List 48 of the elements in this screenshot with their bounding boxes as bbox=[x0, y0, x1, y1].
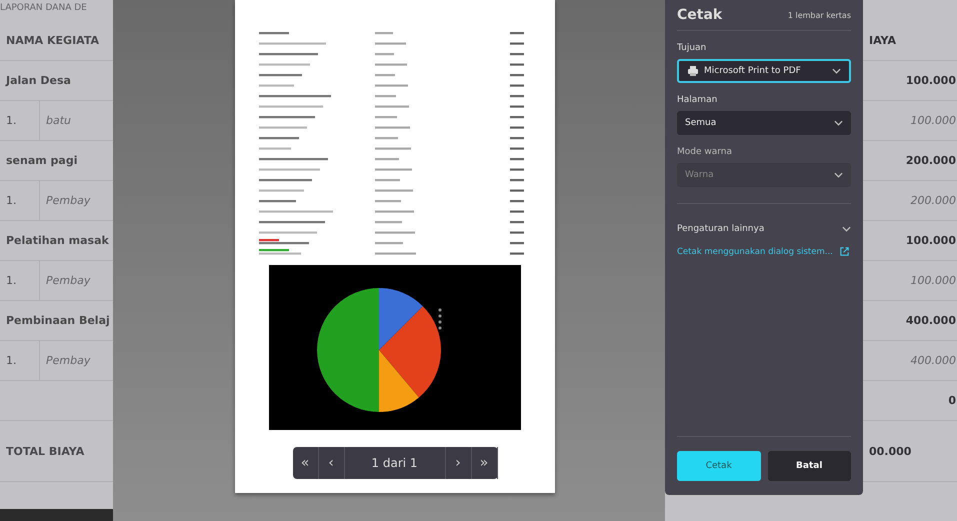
column-header: IAYA bbox=[868, 34, 897, 46]
amount-cell: 200.000 bbox=[910, 194, 957, 207]
activity-name: Pelatihan masak bbox=[5, 234, 110, 247]
amount-cell: 100.000 bbox=[906, 74, 957, 87]
amount-cell: 400.000 bbox=[910, 354, 957, 367]
expense-item: Pembay bbox=[45, 274, 92, 287]
column-header: NAMA KEGIATA bbox=[5, 34, 100, 46]
row-number: 1. bbox=[0, 101, 40, 140]
dropdown[interactable]: Semua bbox=[677, 111, 851, 135]
activity-name: Jalan Desa bbox=[4, 74, 72, 87]
page-indicator: 1 dari 1 bbox=[344, 447, 446, 479]
amount-cell: 200.000 bbox=[906, 154, 957, 167]
chart-legend-drawing bbox=[438, 308, 442, 330]
dropdown[interactable]: Microsoft Print to PDF bbox=[677, 59, 851, 83]
chevron-down-icon bbox=[832, 68, 841, 74]
printer-icon bbox=[687, 65, 699, 77]
expense-item: Pembay bbox=[45, 194, 92, 207]
field-label: Tujuan bbox=[677, 43, 708, 53]
print-button[interactable]: Cetak bbox=[677, 451, 760, 481]
more-settings-toggle[interactable]: Pengaturan lainnya bbox=[677, 224, 851, 234]
activity-name: senam pagi bbox=[5, 154, 78, 167]
amount-cell: 100.000 bbox=[906, 234, 957, 247]
row-number: 1. bbox=[0, 341, 40, 380]
amount-cell: 400.000 bbox=[906, 314, 957, 327]
amount-cell: 0 bbox=[948, 394, 957, 407]
row-number: 1. bbox=[0, 261, 40, 300]
field-label: Mode warna bbox=[677, 147, 734, 157]
report-title: LAPORAN DANA DE bbox=[0, 2, 88, 15]
chevron-down-icon bbox=[834, 172, 843, 178]
total-amount: 00.000 bbox=[868, 444, 912, 458]
row-number: 1. bbox=[0, 181, 40, 220]
cancel-button[interactable]: Batal bbox=[768, 451, 851, 481]
chevron-down-icon bbox=[834, 120, 843, 126]
activity-name: Pembinaan Belaj bbox=[5, 314, 111, 327]
dialog-title: Cetak bbox=[677, 7, 722, 23]
expense-item: batu bbox=[45, 114, 72, 127]
field-label: Halaman bbox=[677, 95, 718, 105]
previous-page-button[interactable]: ‹ bbox=[318, 447, 344, 479]
first-page-button[interactable]: « bbox=[292, 447, 318, 479]
expense-item: Pembay bbox=[45, 354, 92, 367]
last-page-button[interactable]: » bbox=[472, 447, 498, 479]
next-page-button[interactable]: › bbox=[446, 447, 472, 479]
amount-cell: 100.000 bbox=[910, 274, 957, 287]
external-link-icon bbox=[838, 246, 850, 257]
system-dialog-link[interactable]: Cetak menggunakan dialog sistem... bbox=[677, 246, 833, 256]
sheet-count: 1 lembar kertas bbox=[788, 10, 851, 20]
total-label: TOTAL BIAYA bbox=[5, 444, 86, 458]
amount-cell: 100.000 bbox=[910, 114, 957, 127]
